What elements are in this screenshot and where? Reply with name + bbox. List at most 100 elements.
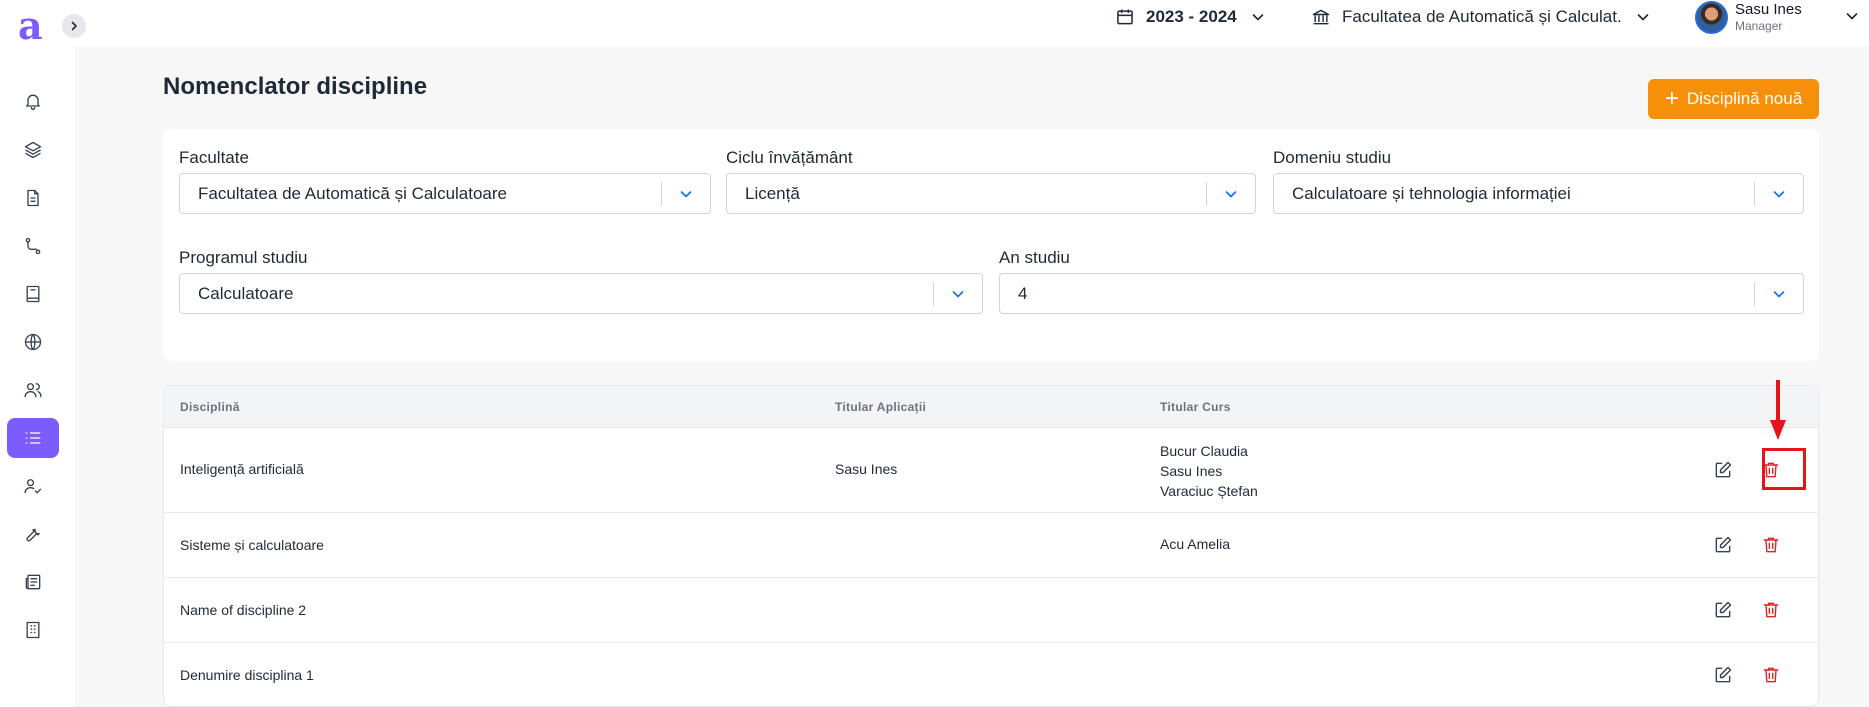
bell-icon xyxy=(26,94,40,110)
chevron-down-icon xyxy=(952,290,964,297)
course-holder: Bucur Claudia xyxy=(1160,443,1248,459)
sidebar-item-notifications[interactable] xyxy=(7,81,59,121)
course-holder: Sasu Ines xyxy=(1160,463,1223,479)
calendar-icon xyxy=(1117,9,1133,25)
sidebar-item-user-check[interactable] xyxy=(7,466,59,506)
cycle-filter-label: Ciclu învățământ xyxy=(726,148,853,167)
edit-icon xyxy=(1715,666,1732,683)
chevron-down-icon xyxy=(1225,190,1237,197)
faculty-filter-value: Facultatea de Automatică și Calculatoare xyxy=(198,183,508,203)
discipline-name: Sisteme și calculatoare xyxy=(180,537,324,553)
top-bar: 2023 - 2024 Facultatea de Automatică și … xyxy=(75,0,1869,46)
sidebar-item-news[interactable] xyxy=(7,562,59,602)
sidebar-item-tools[interactable] xyxy=(7,514,59,554)
user-menu-chevron-icon[interactable] xyxy=(1845,9,1859,23)
users-icon xyxy=(24,383,42,398)
trash-icon xyxy=(1763,537,1779,553)
table-row: Name of discipline 2 xyxy=(164,578,1818,643)
academic-year-selector[interactable]: 2023 - 2024 xyxy=(1115,0,1265,34)
sidebar-item-layers[interactable] xyxy=(7,130,59,170)
edit-button[interactable] xyxy=(1707,659,1739,691)
sidebar-item-users[interactable] xyxy=(7,370,59,410)
wrench-icon xyxy=(26,528,40,542)
header-course-holder[interactable]: Titular Curs xyxy=(1160,400,1231,414)
filters-card: Facultate Facultatea de Automatică și Ca… xyxy=(163,129,1819,361)
building-icon xyxy=(26,621,40,639)
table-row: Sisteme și calculatoare Acu Amelia xyxy=(164,513,1818,578)
chevron-down-icon xyxy=(1252,14,1264,21)
year-filter-select[interactable]: 4 xyxy=(999,273,1804,314)
table-row: Inteligență artificială Sasu Ines Bucur … xyxy=(164,428,1818,513)
trash-icon xyxy=(1763,602,1779,618)
app-logo[interactable]: a xyxy=(18,6,48,46)
chevron-right-icon xyxy=(71,21,77,31)
delete-button[interactable] xyxy=(1755,659,1787,691)
institution-icon xyxy=(1312,9,1330,25)
edit-icon xyxy=(1715,461,1732,478)
delete-button[interactable] xyxy=(1755,529,1787,561)
new-discipline-label: Disciplină nouă xyxy=(1686,89,1803,108)
sidebar-item-globe[interactable] xyxy=(7,322,59,362)
chevron-down-icon xyxy=(1637,14,1649,21)
edit-button[interactable] xyxy=(1707,529,1739,561)
year-filter-label: An studiu xyxy=(999,248,1070,267)
newspaper-icon xyxy=(25,574,41,590)
domain-filter-select[interactable]: Calculatoare și tehnologia informației xyxy=(1273,173,1804,214)
faculty-filter-select[interactable]: Facultatea de Automatică și Calculatoare xyxy=(179,173,711,214)
course-holder: Varaciuc Ștefan xyxy=(1160,483,1258,499)
edit-button[interactable] xyxy=(1707,454,1739,486)
course-holder: Acu Amelia xyxy=(1160,536,1231,552)
sidebar-item-book[interactable] xyxy=(7,274,59,314)
chevron-down-icon xyxy=(680,190,692,197)
course-holders: Bucur Claudia Sasu Ines Varaciuc Ștefan xyxy=(1160,441,1258,501)
sidebar-item-routes[interactable] xyxy=(7,226,59,266)
book-icon xyxy=(26,285,40,303)
sidebar-item-documents[interactable] xyxy=(7,178,59,218)
page-title: Nomenclator discipline xyxy=(163,73,428,100)
user-role: Manager xyxy=(1735,19,1783,33)
layers-icon xyxy=(24,141,42,159)
edit-button[interactable] xyxy=(1707,594,1739,626)
header-discipline[interactable]: Disciplină xyxy=(180,400,240,414)
course-holders: Acu Amelia xyxy=(1160,534,1230,554)
header-app-holder[interactable]: Titular Aplicații xyxy=(835,400,926,414)
user-check-icon xyxy=(24,479,42,494)
sidebar-item-building[interactable] xyxy=(7,610,59,650)
program-filter-select[interactable]: Calculatoare xyxy=(179,273,983,314)
new-discipline-button[interactable]: + Disciplină nouă xyxy=(1648,79,1819,119)
annotation-highlight-box xyxy=(1762,448,1806,490)
annotation-arrow xyxy=(1770,380,1786,440)
domain-filter-label: Domeniu studiu xyxy=(1273,148,1392,167)
faculty-selector[interactable]: Facultatea de Automatică și Calculat... xyxy=(1311,0,1651,34)
faculty-filter-label: Facultate xyxy=(179,148,249,167)
list-icon xyxy=(25,432,41,444)
chevron-down-icon xyxy=(1773,190,1785,197)
sidebar-item-disciplines[interactable] xyxy=(7,418,59,458)
cycle-filter-select[interactable]: Licență xyxy=(726,173,1256,214)
document-icon xyxy=(27,189,39,207)
sidebar-expand-button[interactable] xyxy=(62,14,86,38)
discipline-name: Name of discipline 2 xyxy=(180,602,307,618)
edit-icon xyxy=(1715,536,1732,553)
user-name: Sasu Ines xyxy=(1735,1,1802,18)
program-filter-value: Calculatoare xyxy=(198,283,294,303)
disciplines-table: Disciplină Titular Aplicații Titular Cur… xyxy=(163,385,1819,707)
avatar[interactable] xyxy=(1695,1,1728,34)
domain-filter-value: Calculatoare și tehnologia informației xyxy=(1292,183,1571,203)
chevron-down-icon xyxy=(1773,290,1785,297)
table-row: Denumire disciplina 1 xyxy=(164,643,1818,706)
faculty-value: Facultatea de Automatică și Calculat... xyxy=(1342,7,1622,26)
edit-icon xyxy=(1715,601,1732,618)
trash-icon xyxy=(1763,667,1779,683)
sidebar: a xyxy=(0,0,75,707)
plus-icon: + xyxy=(1664,85,1679,112)
year-filter-value: 4 xyxy=(1018,283,1028,303)
app-holder: Sasu Ines xyxy=(835,461,898,477)
delete-button[interactable] xyxy=(1755,594,1787,626)
globe-icon xyxy=(24,333,42,351)
discipline-name: Inteligență artificială xyxy=(180,461,304,477)
cycle-filter-value: Licență xyxy=(745,183,800,203)
discipline-name: Denumire disciplina 1 xyxy=(180,667,314,683)
program-filter-label: Programul studiu xyxy=(179,248,308,267)
academic-year-value: 2023 - 2024 xyxy=(1146,7,1237,26)
